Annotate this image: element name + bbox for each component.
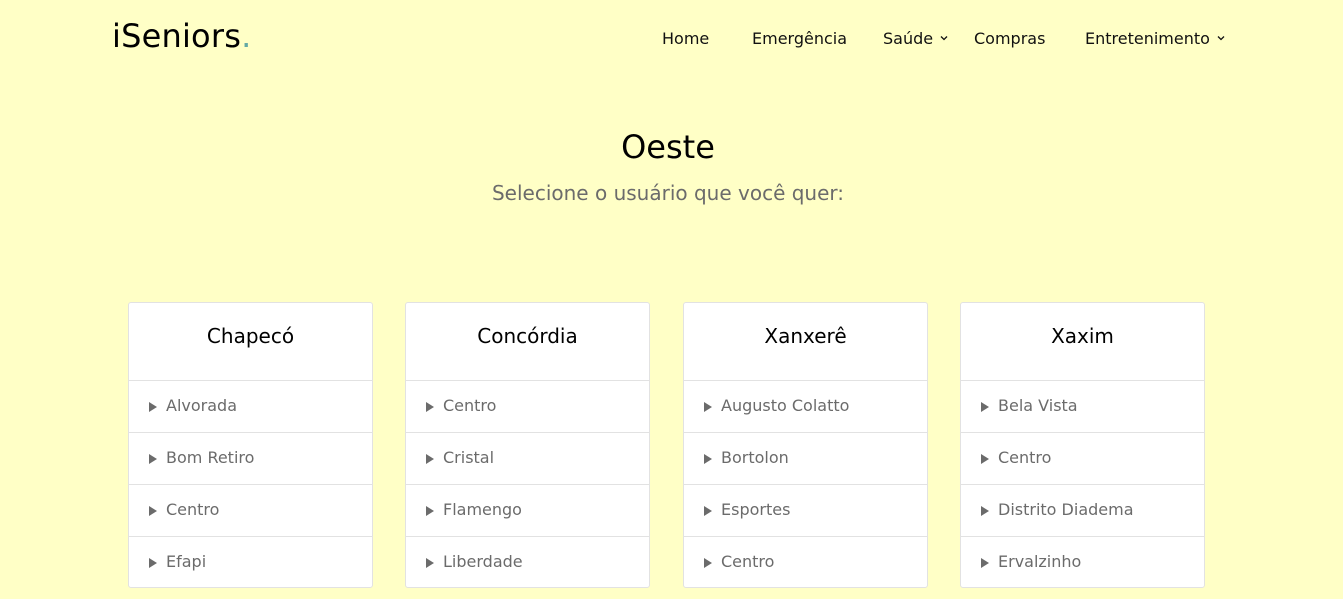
chevron-down-icon xyxy=(940,36,948,41)
neighborhood-label: Bortolon xyxy=(721,448,789,467)
neighborhood-label: Centro xyxy=(998,448,1052,467)
neighborhood-item[interactable]: Centro xyxy=(961,433,1204,485)
chevron-down-icon xyxy=(1217,36,1225,41)
neighborhood-item[interactable]: Alvorada xyxy=(129,381,372,433)
caret-right-icon xyxy=(149,402,157,412)
page-title: Oeste xyxy=(621,128,715,166)
neighborhood-label: Ervalzinho xyxy=(998,552,1082,571)
city-name: Xaxim xyxy=(961,303,1204,381)
neighborhood-label: Alvorada xyxy=(166,396,237,415)
neighborhood-item[interactable]: Liberdade xyxy=(406,537,649,589)
caret-right-icon xyxy=(981,506,989,516)
neighborhood-label: Cristal xyxy=(443,448,495,467)
caret-right-icon xyxy=(426,506,434,516)
nav-home[interactable]: Home xyxy=(662,29,709,48)
caret-right-icon xyxy=(704,402,712,412)
neighborhood-label: Augusto Colatto xyxy=(721,396,850,415)
caret-right-icon xyxy=(149,506,157,516)
nav-saude[interactable]: Saúde xyxy=(883,29,948,48)
neighborhood-item[interactable]: Efapi xyxy=(129,537,372,589)
neighborhood-item[interactable]: Centro xyxy=(684,537,927,589)
neighborhood-label: Centro xyxy=(443,396,497,415)
nav-emergencia[interactable]: Emergência xyxy=(752,29,847,48)
caret-right-icon xyxy=(426,454,434,464)
city-name: Xanxerê xyxy=(684,303,927,381)
city-name: Concórdia xyxy=(406,303,649,381)
city-name: Chapecó xyxy=(129,303,372,381)
neighborhood-item[interactable]: Esportes xyxy=(684,485,927,537)
city-card-xaxim: Xaxim Bela Vista Centro Distrito Diadema… xyxy=(960,302,1205,588)
neighborhood-label: Esportes xyxy=(721,500,791,519)
neighborhood-item[interactable]: Cristal xyxy=(406,433,649,485)
main-nav: Home Emergência Saúde Compras Entretenim… xyxy=(0,29,1343,49)
caret-right-icon xyxy=(981,558,989,568)
caret-right-icon xyxy=(149,558,157,568)
city-card-chapeco: Chapecó Alvorada Bom Retiro Centro Efapi xyxy=(128,302,373,588)
neighborhood-item[interactable]: Distrito Diadema xyxy=(961,485,1204,537)
caret-right-icon xyxy=(149,454,157,464)
caret-right-icon xyxy=(426,402,434,412)
neighborhood-item[interactable]: Augusto Colatto xyxy=(684,381,927,433)
site-header: iSeniors. Home Emergência Saúde Compras … xyxy=(0,0,1343,78)
city-card-concordia: Concórdia Centro Cristal Flamengo Liberd… xyxy=(405,302,650,588)
neighborhood-item[interactable]: Flamengo xyxy=(406,485,649,537)
neighborhood-item[interactable]: Ervalzinho xyxy=(961,537,1204,589)
neighborhood-item[interactable]: Bela Vista xyxy=(961,381,1204,433)
caret-right-icon xyxy=(704,454,712,464)
neighborhood-label: Flamengo xyxy=(443,500,522,519)
page-subtitle: Selecione o usuário que você quer: xyxy=(491,181,845,205)
neighborhood-item[interactable]: Bom Retiro xyxy=(129,433,372,485)
caret-right-icon xyxy=(981,454,989,464)
caret-right-icon xyxy=(704,506,712,516)
nav-saude-label: Saúde xyxy=(883,29,934,48)
neighborhood-label: Efapi xyxy=(166,552,207,571)
caret-right-icon xyxy=(426,558,434,568)
nav-entretenimento[interactable]: Entretenimento xyxy=(1085,29,1225,48)
neighborhood-item[interactable]: Centro xyxy=(406,381,649,433)
neighborhood-item[interactable]: Centro xyxy=(129,485,372,537)
neighborhood-label: Liberdade xyxy=(443,552,523,571)
neighborhood-item[interactable]: Bortolon xyxy=(684,433,927,485)
neighborhood-label: Distrito Diadema xyxy=(998,500,1134,519)
nav-entretenimento-label: Entretenimento xyxy=(1085,29,1210,48)
neighborhood-label: Centro xyxy=(166,500,220,519)
neighborhood-label: Bom Retiro xyxy=(166,448,255,467)
caret-right-icon xyxy=(981,402,989,412)
neighborhood-label: Centro xyxy=(721,552,775,571)
neighborhood-label: Bela Vista xyxy=(998,396,1078,415)
nav-compras[interactable]: Compras xyxy=(974,29,1045,48)
caret-right-icon xyxy=(704,558,712,568)
city-card-xanxere: Xanxerê Augusto Colatto Bortolon Esporte… xyxy=(683,302,928,588)
